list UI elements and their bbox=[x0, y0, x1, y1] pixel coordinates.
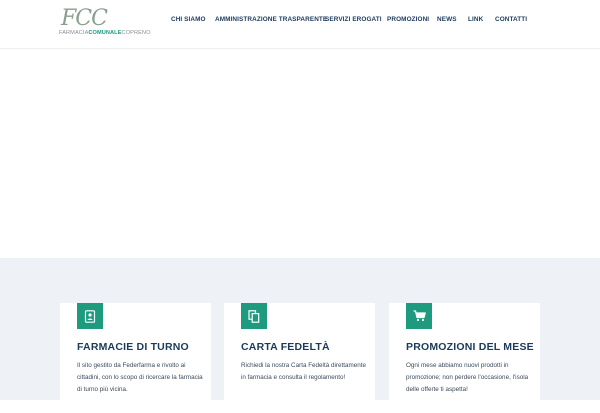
card-text: Il sito gestito da Federfarma e rivolto … bbox=[77, 362, 203, 393]
card-promozioni-del-mese[interactable]: PROMOZIONI DEL MESE Ogni mese abbiamo nu… bbox=[389, 303, 540, 413]
site-header: FCC FARMACIACOMUNALECOPRENO CHI SIAMO AM… bbox=[0, 0, 600, 49]
logo-word-farmacia: FARMACIA bbox=[59, 30, 89, 36]
card-text: Ogni mese abbiamo nuovi prodotti in prom… bbox=[406, 362, 529, 393]
nav-item-contatti[interactable]: CONTATTI bbox=[495, 16, 527, 23]
services-section: FARMACIE DI TURNO Il sito gestito da Fed… bbox=[0, 258, 600, 413]
card-title: PROMOZIONI DEL MESE bbox=[406, 341, 534, 353]
card-farmacie-di-turno[interactable]: FARMACIE DI TURNO Il sito gestito da Fed… bbox=[60, 303, 211, 413]
nav-item-chi-siamo[interactable]: CHI SIAMO bbox=[171, 16, 206, 23]
nav-item-link[interactable]: LINK bbox=[468, 16, 483, 23]
nav-item-promozioni[interactable]: PROMOZIONI bbox=[387, 16, 429, 23]
logo-word-copreno: COPRENO bbox=[121, 30, 151, 36]
copy-documents-icon bbox=[241, 303, 267, 329]
shopping-cart-icon bbox=[406, 303, 432, 329]
hero-banner bbox=[0, 49, 600, 258]
logo-wordmark: FARMACIACOMUNALECOPRENO bbox=[59, 30, 151, 37]
contact-book-icon bbox=[77, 303, 103, 329]
card-title: FARMACIE DI TURNO bbox=[77, 341, 189, 353]
site-logo[interactable]: FCC FARMACIACOMUNALECOPRENO bbox=[59, 6, 151, 41]
logo-monogram: FCC bbox=[61, 6, 108, 31]
card-title: CARTA FEDELTÀ bbox=[241, 341, 330, 353]
nav-item-amministrazione-trasparente[interactable]: AMMINISTRAZIONE TRASPARENTE bbox=[215, 16, 327, 23]
logo-word-comunale: COMUNALE bbox=[88, 30, 122, 36]
nav-item-news[interactable]: NEWS bbox=[437, 16, 457, 23]
nav-item-servizi-erogati[interactable]: SERVIZI EROGATI bbox=[325, 16, 382, 23]
card-text: Richiedi la nostra Carta Fedeltà diretta… bbox=[241, 362, 366, 381]
card-carta-fedelta[interactable]: CARTA FEDELTÀ Richiedi la nostra Carta F… bbox=[224, 303, 375, 413]
